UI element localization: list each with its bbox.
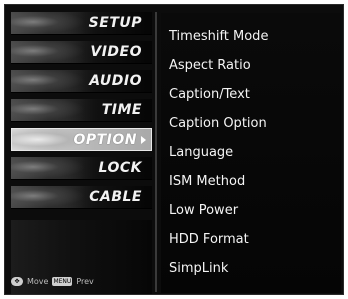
panel-divider (155, 12, 157, 292)
submenu-item-language[interactable]: Language (169, 145, 233, 160)
menu-item-label: CABLE (89, 189, 142, 205)
menu-item-video[interactable]: VIDEO (11, 41, 152, 64)
menu-item-label: AUDIO (89, 73, 142, 89)
menu-item-label: LOCK (98, 160, 142, 176)
menu-item-label: VIDEO (90, 44, 142, 60)
submenu-item-hdd-format[interactable]: HDD Format (169, 232, 249, 247)
menu-item-audio[interactable]: AUDIO (11, 70, 152, 93)
move-hint-label: Move (27, 277, 49, 286)
submenu-item-simplink[interactable]: SimpLink (169, 261, 228, 276)
audio-thumbnail-image (11, 70, 85, 92)
menu-item-lock[interactable]: LOCK (11, 157, 152, 180)
menu-item-cable[interactable]: CABLE (11, 186, 152, 209)
prev-hint-label: Prev (76, 277, 94, 286)
menu-item-setup[interactable]: SETUP (11, 12, 152, 35)
menu-button-icon: MENU (52, 277, 73, 286)
option-submenu: Timeshift Mode Aspect Ratio Caption/Text… (161, 13, 341, 293)
submenu-item-low-power[interactable]: Low Power (169, 203, 238, 218)
submenu-item-timeshift-mode[interactable]: Timeshift Mode (169, 29, 268, 44)
menu-item-time[interactable]: TIME (11, 99, 152, 122)
chevron-right-icon (141, 136, 146, 144)
time-thumbnail-image (11, 99, 85, 121)
cable-thumbnail-image (11, 186, 85, 208)
menu-item-option[interactable]: OPTION (11, 128, 152, 151)
footer-hints: ✥ Move MENU Prev (11, 277, 94, 286)
submenu-item-caption-text[interactable]: Caption/Text (169, 87, 250, 102)
menu-item-label: TIME (101, 102, 142, 118)
main-menu: SETUP VIDEO AUDIO TIME OPTION LOCK CABLE (11, 12, 152, 294)
video-thumbnail-image (11, 41, 85, 63)
submenu-item-aspect-ratio[interactable]: Aspect Ratio (169, 58, 251, 73)
dpad-icon: ✥ (11, 277, 23, 286)
submenu-item-ism-method[interactable]: ISM Method (169, 174, 245, 189)
menu-item-label: SETUP (88, 15, 142, 31)
osd-menu-window: SETUP VIDEO AUDIO TIME OPTION LOCK CABLE (4, 4, 344, 295)
submenu-item-caption-option[interactable]: Caption Option (169, 116, 267, 131)
lock-thumbnail-image (11, 157, 85, 179)
menu-item-label: OPTION (73, 132, 137, 148)
setup-thumbnail-image (11, 12, 85, 34)
